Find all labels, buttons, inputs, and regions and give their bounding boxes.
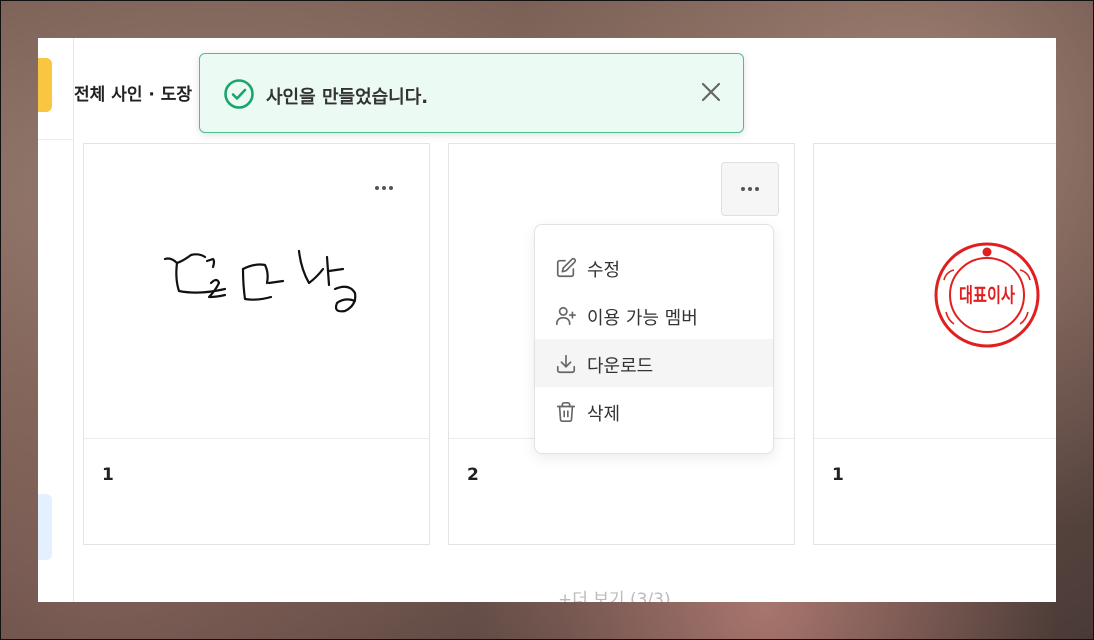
red-seal-stamp: 대표이사 [934,242,1040,348]
card-label: 2 [467,465,479,485]
handwritten-signature [163,249,357,313]
load-more-link[interactable]: +더 보기 (3/3) [558,585,671,602]
edit-icon [556,257,577,278]
toast-message: 사인을 만들었습니다. [266,87,429,108]
more-horizontal-icon [741,187,759,191]
app-window: 전체 사인 · 도장 1 2 대표이사 1 수정 이용 가능 멤버 다운로드 삭… [38,38,1056,602]
success-toast: 사인을 만들었습니다. [199,53,744,133]
sidebar-primary-button[interactable] [38,58,52,112]
sign-card-3[interactable]: 대표이사 1 [813,143,1056,545]
close-icon[interactable] [697,78,725,106]
breadcrumb: 전체 사인 · 도장 [74,85,193,105]
menu-item-delete[interactable]: 삭제 [535,387,773,435]
card-divider [814,438,1056,439]
download-icon [556,354,576,374]
sidebar-selected-item[interactable] [38,494,52,560]
check-circle-icon [224,79,254,109]
trash-icon [556,402,576,422]
menu-item-label: 다운로드 [587,356,654,377]
menu-item-label: 이용 가능 멤버 [587,308,698,329]
user-plus-icon [556,306,576,326]
seal-text: 대표이사 [959,283,1015,307]
context-menu: 수정 이용 가능 멤버 다운로드 삭제 [534,224,774,454]
card-label: 1 [832,465,844,485]
card-label: 1 [102,465,114,485]
menu-item-download[interactable]: 다운로드 [535,339,773,387]
sign-card-1[interactable]: 1 [83,143,430,545]
card-more-button[interactable] [721,162,779,216]
card-divider [84,438,429,439]
sidebar [38,38,74,602]
menu-item-edit[interactable]: 수정 [535,243,773,291]
card-more-button[interactable] [356,162,412,214]
menu-item-members[interactable]: 이용 가능 멤버 [535,291,773,339]
menu-item-label: 삭제 [587,404,621,425]
menu-item-label: 수정 [587,260,621,281]
more-horizontal-icon [375,186,393,190]
sidebar-divider [38,139,73,140]
